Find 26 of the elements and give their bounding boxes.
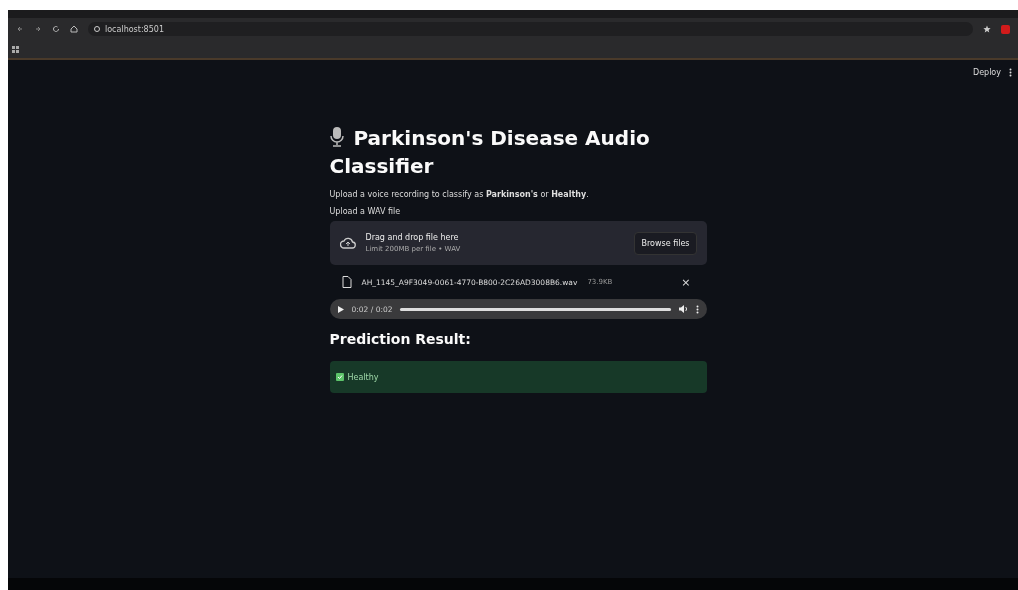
play-icon[interactable] — [337, 305, 344, 313]
home-icon[interactable] — [70, 25, 78, 33]
forward-icon[interactable] — [34, 25, 42, 33]
extension-icon[interactable] — [1001, 24, 1010, 34]
intro-text: Upload a voice recording to classify as Parkinson's or Healthy. — [329, 190, 590, 199]
info-icon[interactable] — [94, 26, 100, 32]
back-icon[interactable] — [16, 25, 24, 33]
uploader-label: Upload a WAV file — [329, 207, 402, 216]
apps-icon[interactable] — [12, 45, 19, 53]
result-heading: Prediction Result: — [329, 331, 472, 347]
file-icon — [341, 276, 352, 288]
more-icon[interactable] — [695, 304, 699, 314]
volume-icon[interactable] — [678, 305, 688, 313]
result-label: Healthy — [347, 372, 379, 382]
cloud-upload-icon — [339, 237, 356, 249]
microphone-icon — [329, 127, 344, 147]
browse-files-button[interactable]: Browse files — [634, 231, 697, 255]
page-title: Parkinson's Disease Audio Classifier — [329, 125, 651, 180]
close-button[interactable]: × — [677, 275, 695, 289]
dropzone-text: Drag and drop file here — [365, 233, 460, 242]
deploy-button[interactable]: Deploy — [973, 68, 1001, 77]
address-bar[interactable]: localhost:8501 — [88, 22, 973, 36]
menu-icon[interactable] — [1009, 68, 1012, 77]
star-icon[interactable] — [983, 25, 991, 33]
check-icon — [335, 373, 344, 381]
reload-icon[interactable] — [52, 25, 60, 33]
